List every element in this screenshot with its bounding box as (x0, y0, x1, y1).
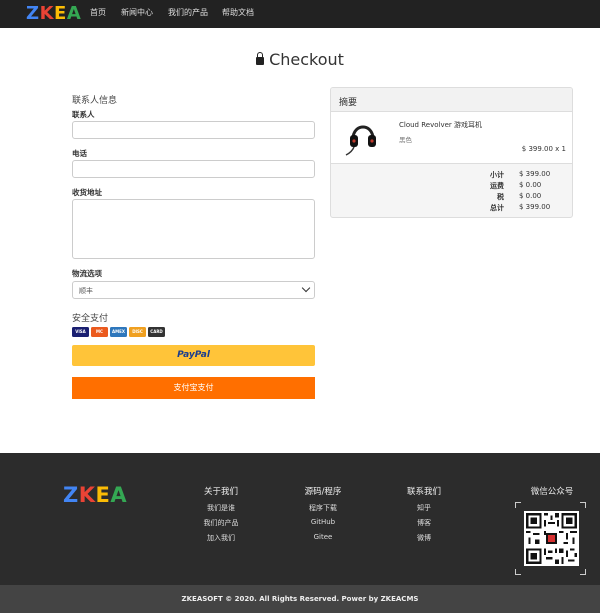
nav-item-news[interactable]: 新闻中心 (121, 8, 153, 18)
footer-about-title: 关于我们 (203, 487, 238, 497)
qr-corner (580, 569, 586, 575)
tax-value: $ 0.00 (519, 192, 542, 200)
nav-item-home[interactable]: 首页 (90, 8, 106, 18)
shipping-selected-value: 顺丰 (79, 287, 93, 295)
nav-item-products[interactable]: 我们的产品 (168, 8, 208, 18)
phone-input[interactable] (72, 160, 315, 178)
wechat-qr-code (524, 511, 579, 566)
nav-item-help[interactable]: 帮助文档 (222, 8, 254, 18)
footer-link-gitee[interactable]: Gitee (283, 533, 363, 541)
generic-card-icon: CARD (148, 327, 165, 337)
visa-icon: VISA (72, 327, 89, 337)
logo-letter: Z (26, 3, 40, 24)
footer-contact-title: 联系我们 (406, 487, 441, 497)
page-title: Checkout (0, 50, 600, 69)
order-summary-panel: 摘要 Cloud Revolver 游戏耳机 黑色 $ 399.00 x 1 小… (330, 87, 573, 218)
chevron-down-icon (301, 283, 311, 293)
address-label: 收货地址 (72, 188, 102, 197)
product-name: Cloud Revolver 游戏耳机 (399, 121, 482, 129)
contact-input[interactable] (72, 121, 315, 139)
qr-corner (515, 502, 521, 508)
phone-label: 电话 (72, 149, 87, 158)
lock-icon (256, 52, 265, 65)
logo-letter: Z (63, 483, 79, 507)
payment-heading: 安全支付 (72, 314, 109, 324)
alipay-button[interactable]: 支付宝支付 (72, 377, 315, 399)
address-textarea[interactable] (72, 199, 315, 259)
logo-letter: A (66, 3, 82, 24)
contact-label: 联系人 (72, 110, 95, 119)
footer-link-blog[interactable]: 博客 (384, 518, 464, 528)
summary-heading: 摘要 (331, 88, 572, 112)
qr-corner (515, 569, 521, 575)
footer-logo[interactable]: ZKEA (63, 483, 127, 507)
shipping-fee-value: $ 0.00 (519, 181, 542, 189)
headset-product-image (345, 125, 376, 156)
footer-link-download[interactable]: 程序下载 (283, 503, 363, 513)
footer-link-weibo[interactable]: 微博 (384, 533, 464, 543)
footer-source-title: 源码/程序 (304, 487, 342, 497)
wechat-qr-frame (515, 502, 586, 575)
top-navbar: ZKEA 首页 新闻中心 我们的产品 帮助文档 (0, 0, 600, 28)
footer-link-github[interactable]: GitHub (283, 518, 363, 526)
footer-link-who-we-are[interactable]: 我们是谁 (181, 503, 261, 513)
total-label: 总计 (490, 204, 504, 212)
site-logo[interactable]: ZKEA (26, 4, 81, 24)
subtotal-value: $ 399.00 (519, 170, 551, 178)
logo-letter: A (110, 483, 128, 507)
product-price: $ 399.00 x 1 (521, 145, 566, 153)
footer-link-our-products[interactable]: 我们的产品 (181, 518, 261, 528)
paypal-label: PayPal (177, 350, 210, 360)
footer-link-zhihu[interactable]: 知乎 (384, 503, 464, 513)
product-variant: 黑色 (399, 136, 412, 144)
summary-line-item: Cloud Revolver 游戏耳机 黑色 $ 399.00 x 1 (331, 112, 572, 164)
mastercard-icon: MC (91, 327, 108, 337)
shipping-fee-label: 运费 (490, 182, 504, 190)
site-footer: ZKEA 关于我们 我们是谁 我们的产品 加入我们 源码/程序 程序下载 Git… (0, 453, 600, 585)
amex-icon: AMEX (110, 327, 127, 337)
logo-letter: K (78, 483, 96, 507)
footer-link-join-us[interactable]: 加入我们 (181, 533, 261, 543)
shipping-select[interactable]: 顺丰 (72, 281, 315, 299)
subtotal-label: 小计 (490, 171, 504, 179)
logo-letter: E (95, 483, 111, 507)
copyright-bar: ZKEASOFT © 2020. All Rights Reserved. Po… (0, 585, 600, 613)
shipping-label: 物流选项 (72, 269, 102, 278)
tax-label: 税 (497, 193, 504, 201)
paypal-button[interactable]: PayPal (72, 345, 315, 366)
discover-icon: DISC (129, 327, 146, 337)
page-title-text: Checkout (269, 50, 344, 69)
logo-letter: E (54, 3, 67, 24)
contact-heading: 联系人信息 (72, 96, 118, 106)
qr-corner (580, 502, 586, 508)
total-value: $ 399.00 (519, 203, 551, 211)
wechat-qr-title: 微信公众号 (530, 487, 574, 497)
logo-letter: K (39, 3, 55, 24)
